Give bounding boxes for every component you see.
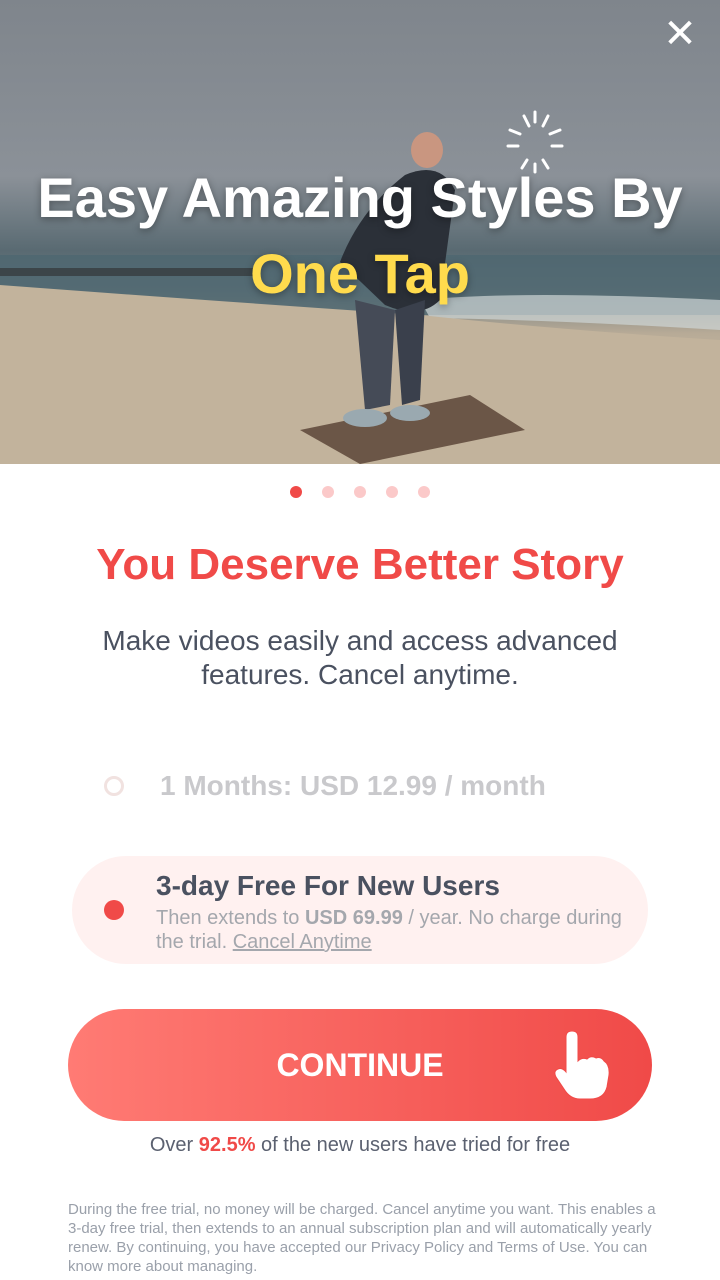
pager-dot[interactable] bbox=[386, 486, 398, 498]
plan-trial-price: USD 69.99 bbox=[304, 907, 403, 929]
radio-selected-icon[interactable] bbox=[104, 900, 124, 920]
pager-dot[interactable] bbox=[290, 486, 302, 498]
continue-button[interactable]: CONTINUE bbox=[68, 1009, 652, 1121]
hero-title: Easy Amazing Styles By One Tap bbox=[0, 160, 720, 312]
plan-option-trial[interactable]: 3-day Free For New Users Then extends to… bbox=[72, 856, 648, 964]
pager-dot[interactable] bbox=[418, 486, 430, 498]
plan-trial-desc-prefix: Then extends to bbox=[156, 907, 305, 929]
trial-stat-suffix: of the new users have tried for free bbox=[255, 1134, 571, 1156]
plan-trial-description: Then extends to USD 69.99 / year. No cha… bbox=[156, 906, 626, 954]
pager-dot[interactable] bbox=[322, 486, 334, 498]
radio-unselected-icon[interactable] bbox=[104, 776, 124, 796]
plan-monthly-label: 1 Months: USD 12.99 / month bbox=[160, 770, 546, 801]
headline: You Deserve Better Story bbox=[96, 540, 624, 589]
trial-stat-prefix: Over bbox=[149, 1134, 199, 1156]
hero-title-line1: Easy Amazing Styles By bbox=[37, 166, 683, 229]
plan-trial-title: 3-day Free For New Users bbox=[156, 870, 500, 901]
subheadline: Make videos easily and access advanced f… bbox=[102, 625, 618, 690]
hero-title-highlight: One Tap bbox=[250, 242, 470, 305]
close-icon[interactable]: ✕ bbox=[660, 14, 700, 54]
pager-dots bbox=[0, 486, 720, 498]
plan-option-monthly[interactable]: 1 Months: USD 12.99 / month bbox=[100, 760, 640, 812]
continue-button-label: CONTINUE bbox=[276, 1047, 444, 1083]
legal-text: During the free trial, no money will be … bbox=[68, 1201, 656, 1275]
trial-stat-value: 92.5% bbox=[198, 1134, 256, 1156]
hero-banner: Easy Amazing Styles By One Tap ✕ bbox=[0, 0, 720, 464]
pager-dot[interactable] bbox=[354, 486, 366, 498]
pointing-hand-icon bbox=[554, 1031, 610, 1100]
cancel-anytime-link[interactable]: Cancel Anytime bbox=[233, 931, 372, 953]
trial-stat: Over 92.5% of the new users have tried f… bbox=[0, 1134, 720, 1157]
